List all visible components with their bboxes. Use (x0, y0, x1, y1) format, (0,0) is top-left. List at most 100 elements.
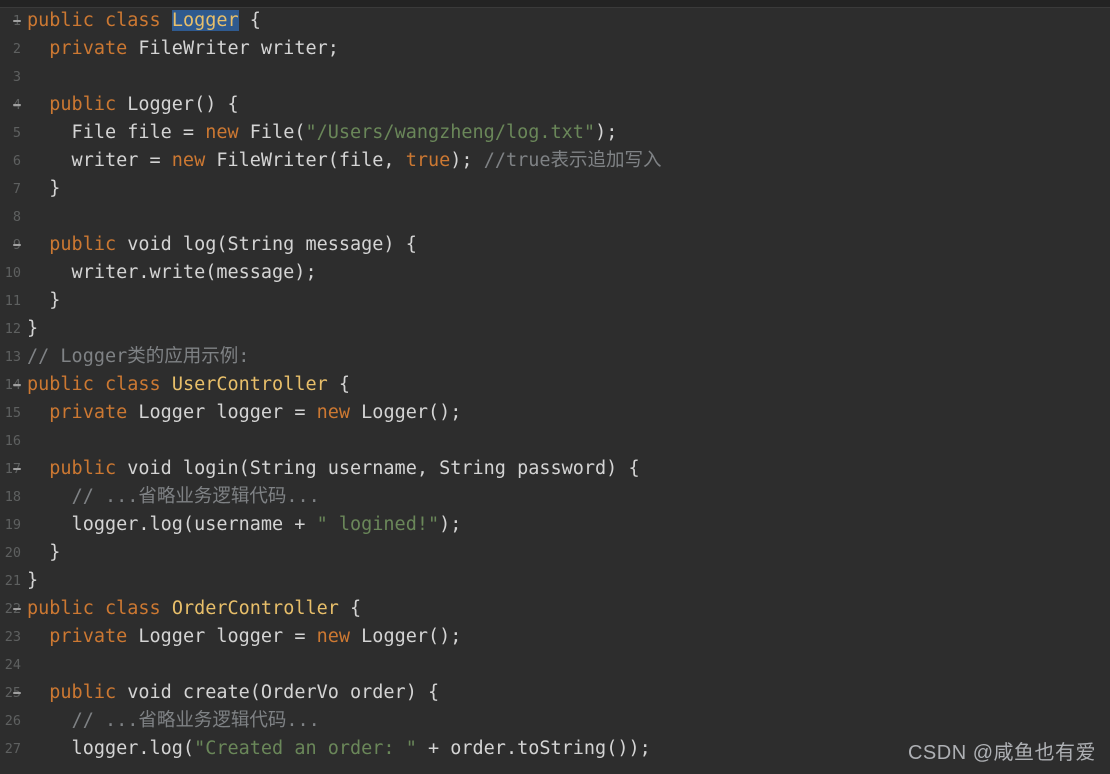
code-line-content: private FileWriter writer; (27, 35, 339, 63)
code-line[interactable]: 25 public void create(OrderVo order) { (0, 679, 1110, 707)
code-token-kw: class (104, 374, 161, 395)
code-line[interactable]: 1public class Logger { (0, 7, 1110, 35)
code-token-kw: public (27, 598, 94, 619)
code-token-str: "Created an order: " (194, 738, 417, 759)
code-line-content: File file = new File("/Users/wangzheng/l… (27, 119, 618, 147)
code-line[interactable]: 15 private Logger logger = new Logger(); (0, 399, 1110, 427)
code-token-kw: public (27, 374, 94, 395)
code-line[interactable]: 23 private Logger logger = new Logger(); (0, 623, 1110, 651)
code-line[interactable]: 10 writer.write(message); (0, 259, 1110, 287)
code-line-content: } (27, 287, 60, 315)
code-line-content: // ...省略业务逻辑代码... (27, 707, 320, 735)
code-line[interactable]: 26 // ...省略业务逻辑代码... (0, 707, 1110, 735)
line-number: 26 (4, 713, 21, 729)
code-line[interactable]: 4 public Logger() { (0, 91, 1110, 119)
code-token-kw: public (49, 234, 117, 255)
code-fold-marker-icon[interactable] (10, 455, 24, 483)
code-token-plain: + order.toString()); (416, 738, 651, 759)
code-line[interactable]: 6 writer = new FileWriter(file, true); /… (0, 147, 1110, 175)
code-line[interactable]: 9 public void log(String message) { (0, 231, 1110, 259)
code-token-kw: private (49, 402, 128, 423)
code-token-plain: logger.log( (27, 738, 195, 759)
code-line[interactable]: 14 public class UserController { (0, 371, 1110, 399)
code-token-plain: { (338, 598, 362, 619)
code-token-cls: OrderController (171, 598, 339, 619)
code-line[interactable]: 12} (0, 315, 1110, 343)
code-line-content: public void create(OrderVo order) { (27, 679, 439, 707)
line-number: 2 (12, 41, 21, 57)
code-token-kw: public (49, 94, 117, 115)
code-token-kw: new (171, 150, 206, 171)
code-line-content: } (27, 175, 60, 203)
code-token-str: " logined!" (316, 514, 440, 535)
line-number: 8 (12, 209, 21, 225)
code-token-kw: new (316, 402, 351, 423)
code-line[interactable]: 13 // Logger类的应用示例: (0, 343, 1110, 371)
line-number: 13 (4, 349, 21, 365)
code-fold-marker-icon[interactable] (10, 595, 24, 623)
code-token-cmt: //true表示追加写入 (483, 150, 662, 171)
code-token-plain: void create(OrderVo order) { (116, 682, 440, 703)
line-number: 7 (12, 181, 21, 197)
code-fold-marker-icon[interactable] (10, 679, 24, 707)
code-line[interactable]: 7 } (0, 175, 1110, 203)
code-token-plain: FileWriter(file, (205, 150, 406, 171)
code-token-plain: ); (450, 150, 484, 171)
code-line-content: } (27, 315, 38, 343)
code-token-plain: writer.write(message); (27, 262, 317, 283)
line-number: 20 (4, 545, 21, 561)
code-line-content: // ...省略业务逻辑代码... (27, 483, 320, 511)
code-line[interactable]: 17 public void login(String username, St… (0, 455, 1110, 483)
code-token-kw: new (316, 626, 351, 647)
code-line[interactable]: 20 } (0, 539, 1110, 567)
code-fold-marker-icon[interactable] (10, 91, 24, 119)
code-token-cmt: // ...省略业务逻辑代码... (71, 486, 320, 507)
code-line[interactable]: 2 private FileWriter writer; (0, 35, 1110, 63)
line-number: 23 (4, 629, 21, 645)
code-line[interactable]: 19 logger.log(username + " logined!"); (0, 511, 1110, 539)
code-token-plain: logger.log(username + (27, 514, 317, 535)
code-token-plain: } (27, 570, 39, 591)
code-token-plain: ); (439, 514, 462, 535)
code-line[interactable]: 18 // ...省略业务逻辑代码... (0, 483, 1110, 511)
code-fold-marker-icon[interactable] (10, 231, 24, 259)
code-line[interactable]: 16 (0, 427, 1110, 455)
code-token-kw: public (27, 10, 94, 31)
line-number: 5 (12, 125, 21, 141)
code-line-content: logger.log("Created an order: " + order.… (27, 735, 651, 763)
code-token-cmt: // ...省略业务逻辑代码... (71, 710, 320, 731)
code-line-content: public class UserController { (27, 371, 350, 399)
code-fold-marker-icon[interactable] (10, 371, 24, 399)
code-token-plain: File( (238, 122, 306, 143)
code-token-kw: private (49, 626, 128, 647)
code-line-content: logger.log(username + " logined!"); (27, 511, 462, 539)
code-token-plain: File file = (27, 122, 206, 143)
code-token-kw: class (104, 10, 161, 31)
code-line[interactable]: 8 (0, 203, 1110, 231)
line-number: 24 (4, 657, 21, 673)
code-text-area[interactable]: 1public class Logger {2 private FileWrit… (0, 7, 1110, 774)
code-line[interactable]: 22 public class OrderController { (0, 595, 1110, 623)
code-token-plain: writer = (27, 150, 172, 171)
code-token-plain: FileWriter writer; (127, 38, 339, 59)
code-token-kw: new (205, 122, 239, 143)
code-token-plain: } (27, 178, 61, 199)
code-line-content: private Logger logger = new Logger(); (27, 399, 461, 427)
code-line[interactable]: 21} (0, 567, 1110, 595)
code-line[interactable]: 24 (0, 651, 1110, 679)
code-fold-marker-icon[interactable] (10, 7, 24, 35)
code-editor-window: 1public class Logger {2 private FileWrit… (0, 0, 1110, 774)
line-number: 6 (12, 153, 21, 169)
code-line[interactable]: 3 (0, 63, 1110, 91)
code-line-content: writer.write(message); (27, 259, 317, 287)
code-line[interactable]: 11 } (0, 287, 1110, 315)
code-line-content: private Logger logger = new Logger(); (27, 623, 461, 651)
code-line[interactable]: 5 File file = new File("/Users/wangzheng… (0, 119, 1110, 147)
